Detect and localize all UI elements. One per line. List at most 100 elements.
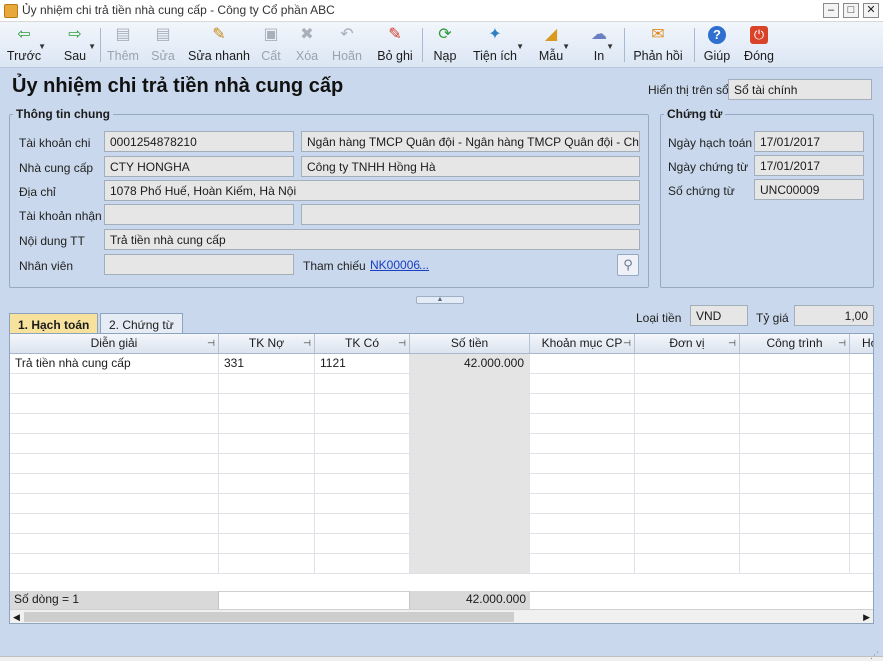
- empty-cell[interactable]: [315, 414, 410, 434]
- close-doc-button[interactable]: ⏻ Đóng: [740, 22, 778, 68]
- empty-cell[interactable]: [850, 454, 873, 474]
- content-field[interactable]: Trả tiền nhà cung cấp: [104, 229, 640, 250]
- empty-cell[interactable]: [10, 434, 219, 454]
- empty-cell[interactable]: [740, 494, 850, 514]
- delete-button[interactable]: ✖ Xóa: [290, 22, 324, 68]
- pin-icon[interactable]: ⊣: [207, 334, 215, 353]
- empty-cell[interactable]: [315, 434, 410, 454]
- empty-cell[interactable]: [410, 454, 530, 474]
- empty-cell[interactable]: [530, 454, 635, 474]
- voucher-date-field[interactable]: 17/01/2017: [754, 155, 864, 176]
- empty-cell[interactable]: [530, 434, 635, 454]
- pin-icon[interactable]: ⊣: [303, 334, 311, 353]
- empty-cell[interactable]: [530, 414, 635, 434]
- add-button[interactable]: ▤ Thêm: [104, 22, 142, 68]
- print-button[interactable]: ☁ In ▼: [586, 22, 614, 68]
- empty-cell[interactable]: [410, 474, 530, 494]
- currency-select[interactable]: VND: [690, 305, 748, 326]
- empty-cell[interactable]: [635, 454, 740, 474]
- help-button[interactable]: ? Giúp: [700, 22, 734, 68]
- table-cell[interactable]: 1121: [315, 354, 410, 374]
- empty-cell[interactable]: [635, 494, 740, 514]
- empty-cell[interactable]: [10, 494, 219, 514]
- pin-icon[interactable]: ⊣: [838, 334, 846, 353]
- pin-icon[interactable]: ⊣: [398, 334, 406, 353]
- empty-cell[interactable]: [635, 394, 740, 414]
- unpost-button[interactable]: ✎ Bỏ ghi: [372, 22, 418, 68]
- empty-cell[interactable]: [410, 534, 530, 554]
- refresh-button[interactable]: ⟳ Nạp: [428, 22, 462, 68]
- empty-cell[interactable]: [10, 454, 219, 474]
- empty-cell[interactable]: [530, 554, 635, 574]
- empty-cell[interactable]: [410, 514, 530, 534]
- scrollbar-thumb[interactable]: [24, 612, 514, 622]
- empty-cell[interactable]: [850, 434, 873, 454]
- rate-field[interactable]: 1,00: [794, 305, 874, 326]
- next-button[interactable]: ⇨ Sau ▼: [56, 22, 96, 68]
- table-cell[interactable]: 42.000.000: [410, 354, 530, 374]
- horizontal-scrollbar[interactable]: ◀ ▶: [10, 609, 873, 623]
- supplier-name-field[interactable]: Công ty TNHH Hồng Hà: [301, 156, 640, 177]
- table-cell[interactable]: Trả tiền nhà cung cấp: [10, 354, 219, 374]
- empty-cell[interactable]: [219, 454, 315, 474]
- prev-button[interactable]: ⇦ Trước ▼: [4, 22, 46, 68]
- empty-cell[interactable]: [410, 374, 530, 394]
- empty-cell[interactable]: [740, 534, 850, 554]
- col-header-unit[interactable]: Đơn vị ⊣: [635, 334, 740, 354]
- empty-cell[interactable]: [740, 554, 850, 574]
- empty-cell[interactable]: [219, 474, 315, 494]
- empty-cell[interactable]: [850, 414, 873, 434]
- empty-cell[interactable]: [219, 374, 315, 394]
- pin-icon[interactable]: ⊣: [623, 334, 631, 353]
- empty-cell[interactable]: [10, 374, 219, 394]
- empty-cell[interactable]: [315, 394, 410, 414]
- table-cell[interactable]: [530, 354, 635, 374]
- empty-cell[interactable]: [635, 514, 740, 534]
- maximize-button[interactable]: □: [843, 3, 859, 18]
- empty-cell[interactable]: [635, 554, 740, 574]
- empty-cell[interactable]: [219, 394, 315, 414]
- tab-accounting[interactable]: 1. Hạch toán: [9, 313, 99, 335]
- table-cell[interactable]: [740, 354, 850, 374]
- minimize-button[interactable]: –: [823, 3, 839, 18]
- scroll-right-icon[interactable]: ▶: [863, 610, 870, 623]
- voucher-no-field[interactable]: UNC00009: [754, 179, 864, 200]
- reference-more-link[interactable]: ...: [419, 258, 429, 272]
- empty-cell[interactable]: [530, 514, 635, 534]
- empty-cell[interactable]: [740, 394, 850, 414]
- empty-cell[interactable]: [219, 494, 315, 514]
- empty-cell[interactable]: [530, 494, 635, 514]
- feedback-button[interactable]: ✉ Phản hồi: [630, 22, 686, 68]
- address-field[interactable]: 1078 Phố Huế, Hoàn Kiếm, Hà Nội: [104, 180, 640, 201]
- empty-cell[interactable]: [635, 434, 740, 454]
- empty-cell[interactable]: [850, 474, 873, 494]
- empty-cell[interactable]: [740, 454, 850, 474]
- employee-field[interactable]: [104, 254, 294, 275]
- empty-cell[interactable]: [850, 534, 873, 554]
- save-button[interactable]: ▣ Cất: [254, 22, 288, 68]
- empty-cell[interactable]: [315, 474, 410, 494]
- empty-cell[interactable]: [530, 374, 635, 394]
- empty-cell[interactable]: [315, 374, 410, 394]
- close-window-button[interactable]: ✕: [863, 3, 879, 18]
- empty-cell[interactable]: [10, 414, 219, 434]
- col-header-description[interactable]: Diễn giải ⊣: [10, 334, 219, 354]
- undo-button[interactable]: ↶ Hoãn: [328, 22, 366, 68]
- paying-bank-field[interactable]: Ngân hàng TMCP Quân đội - Ngân hàng TMCP…: [301, 131, 640, 152]
- display-on-select[interactable]: Sổ tài chính: [728, 79, 872, 100]
- edit-button[interactable]: ▤ Sửa: [144, 22, 182, 68]
- empty-cell[interactable]: [219, 434, 315, 454]
- empty-cell[interactable]: [850, 394, 873, 414]
- empty-cell[interactable]: [10, 534, 219, 554]
- empty-cell[interactable]: [740, 374, 850, 394]
- utilities-button[interactable]: ✦ Tiện ích ▼: [468, 22, 524, 68]
- col-header-expense-item[interactable]: Khoản mục CP ⊣: [530, 334, 635, 354]
- supplier-code-field[interactable]: CTY HONGHA: [104, 156, 294, 177]
- empty-cell[interactable]: [219, 414, 315, 434]
- table-cell[interactable]: [850, 354, 873, 374]
- empty-cell[interactable]: [410, 394, 530, 414]
- empty-cell[interactable]: [530, 394, 635, 414]
- empty-cell[interactable]: [315, 534, 410, 554]
- table-cell[interactable]: [635, 354, 740, 374]
- empty-cell[interactable]: [635, 414, 740, 434]
